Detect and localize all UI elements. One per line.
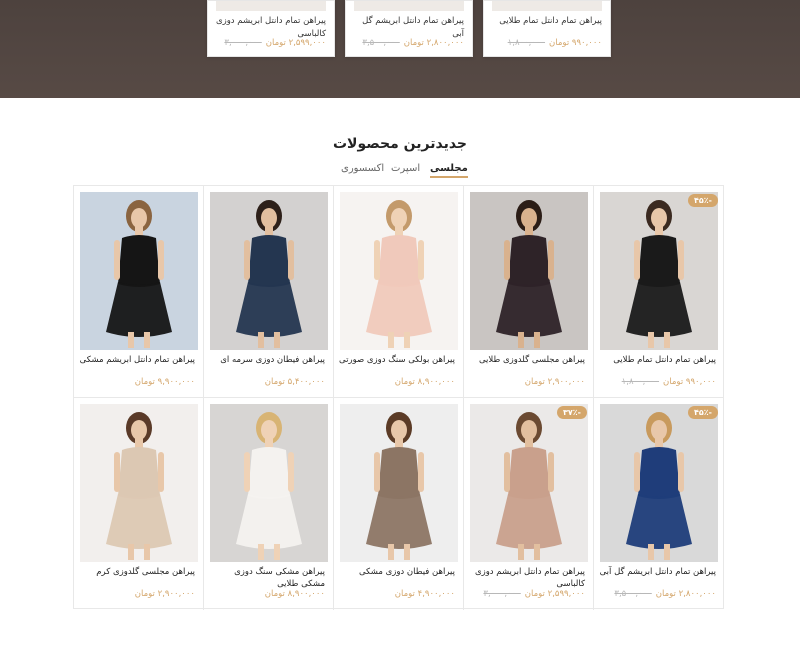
discount-badge: ۴۵٪- bbox=[688, 406, 718, 419]
hero-banner: پیراهن تمام دانتل ابریشم دوزی کالباسی ۲,… bbox=[0, 0, 800, 98]
product-title[interactable]: پیراهن تمام دانتل ابریشم مشکی bbox=[78, 354, 195, 366]
product-price-row: ۹۹۰,۰۰۰ تومان۱,۸۰۰,۰۰۰ bbox=[622, 377, 716, 387]
featured-product-card[interactable]: پیراهن تمام دانتل تمام طلایی ۹۹۰,۰۰۰ توم… bbox=[483, 0, 611, 57]
tab-accessories[interactable]: اکسسوری bbox=[341, 163, 384, 174]
product-title[interactable]: پیراهن مجلسی گلدوزی کرم bbox=[78, 566, 195, 578]
product-price-row: ۹۹۰,۰۰۰ تومان۱,۸۰۰,۰۰۰ bbox=[508, 38, 602, 48]
model-figure-icon bbox=[366, 200, 432, 348]
product-price-row: ۸,۹۰۰,۰۰۰ تومان bbox=[395, 377, 455, 387]
model-figure-icon bbox=[236, 200, 302, 348]
discount-badge: ۳۷٪- bbox=[557, 406, 587, 419]
product-title[interactable]: پیراهن تمام دانتل تمام طلایی bbox=[598, 354, 716, 366]
price: ۲,۸۰۰,۰۰۰ تومان bbox=[655, 589, 716, 599]
price: ۹۹۰,۰۰۰ تومان bbox=[549, 38, 602, 48]
product-image[interactable] bbox=[340, 404, 458, 562]
product-card[interactable]: پیراهن بولکی سنگ دوزی صورتی ۸,۹۰۰,۰۰۰ توم… bbox=[334, 186, 464, 398]
product-price-row: ۲,۸۰۰,۰۰۰ تومان۳,۵۰۰,۰۰۰ bbox=[362, 38, 464, 48]
product-price-row: ۲,۵۹۹,۰۰۰ تومان۳,۰۰۰,۰۰۰ bbox=[224, 38, 326, 48]
model-figure-icon bbox=[366, 412, 432, 560]
product-price-row: ۲,۵۹۹,۰۰۰ تومان۳,۰۰۰,۰۰۰ bbox=[483, 589, 585, 599]
model-figure-icon bbox=[626, 412, 692, 560]
price: ۸,۹۰۰,۰۰۰ تومان bbox=[394, 377, 455, 387]
price: ۵,۴۰۰,۰۰۰ تومان bbox=[264, 377, 325, 387]
product-image[interactable] bbox=[80, 192, 198, 350]
product-image[interactable] bbox=[210, 404, 328, 562]
product-price-row: ۲,۸۰۰,۰۰۰ تومان۳,۵۰۰,۰۰۰ bbox=[614, 589, 716, 599]
product-title[interactable]: پیراهن مشکی سنگ دوزی مشکی طلایی bbox=[208, 566, 325, 590]
price: ۲,۸۰۰,۰۰۰ تومان bbox=[403, 38, 464, 48]
product-image[interactable] bbox=[470, 192, 588, 350]
product-card[interactable]: ۴۵٪- پیراهن تمام دانتل ابریشم گل آبی ۲,۸۰۰… bbox=[594, 398, 724, 610]
product-title[interactable]: پیراهن بولکی سنگ دوزی صورتی bbox=[338, 354, 455, 366]
tab-formal[interactable]: مجلسی bbox=[430, 163, 468, 178]
product-title[interactable]: پیراهن فیطان دوزی مشکی bbox=[338, 566, 455, 578]
featured-product-card[interactable]: پیراهن تمام دانتل ابریشم گل آبی ۲,۸۰۰,۰۰… bbox=[345, 0, 473, 57]
product-card[interactable]: پیراهن فیطان دوزی سرمه ای ۵,۴۰۰,۰۰۰ تومان bbox=[204, 186, 334, 398]
price: ۲,۹۰۰,۰۰۰ تومان bbox=[524, 377, 585, 387]
product-image bbox=[354, 1, 464, 11]
product-card[interactable]: ۴۵٪- پیراهن تمام دانتل تمام طلایی ۹۹۰,۰۰۰ … bbox=[594, 186, 724, 398]
product-price-row: ۲,۹۰۰,۰۰۰ تومان bbox=[525, 377, 585, 387]
price: ۸,۹۰۰,۰۰۰ تومان bbox=[264, 589, 325, 599]
product-card[interactable]: پیراهن مشکی سنگ دوزی مشکی طلایی ۸,۹۰۰,۰۰۰… bbox=[204, 398, 334, 610]
product-image[interactable] bbox=[80, 404, 198, 562]
product-image[interactable] bbox=[340, 192, 458, 350]
product-image[interactable] bbox=[470, 404, 588, 562]
product-price-row: ۲,۹۰۰,۰۰۰ تومان bbox=[135, 589, 195, 599]
price: ۲,۵۹۹,۰۰۰ تومان bbox=[265, 38, 326, 48]
old-price: ۱,۸۰۰,۰۰۰ bbox=[507, 38, 546, 48]
product-title[interactable]: پیراهن فیطان دوزی سرمه ای bbox=[208, 354, 325, 366]
price: ۹۹۰,۰۰۰ تومان bbox=[663, 377, 716, 387]
model-figure-icon bbox=[496, 200, 562, 348]
product-price-row: ۹,۹۰۰,۰۰۰ تومان bbox=[135, 377, 195, 387]
product-card[interactable]: پیراهن فیطان دوزی مشکی ۴,۹۰۰,۰۰۰ تومان bbox=[334, 398, 464, 610]
model-figure-icon bbox=[106, 200, 172, 348]
old-price: ۳,۰۰۰,۰۰۰ bbox=[224, 38, 262, 48]
product-image[interactable] bbox=[600, 192, 718, 350]
old-price: ۱,۸۰۰,۰۰۰ bbox=[621, 377, 660, 387]
old-price: ۳,۵۰۰,۰۰۰ bbox=[362, 38, 400, 48]
model-figure-icon bbox=[626, 200, 692, 348]
product-card[interactable]: ۳۷٪- پیراهن تمام دانتل ابریشم دوزی کالباس… bbox=[464, 398, 594, 610]
price: ۲,۵۹۹,۰۰۰ تومان bbox=[524, 589, 585, 599]
product-card[interactable]: پیراهن مجلسی گلدوزی طلایی ۲,۹۰۰,۰۰۰ تومان bbox=[464, 186, 594, 398]
product-title[interactable]: پیراهن تمام دانتل ابریشم گل آبی bbox=[598, 566, 716, 578]
featured-product-card[interactable]: پیراهن تمام دانتل ابریشم دوزی کالباسی ۲,… bbox=[207, 0, 335, 57]
discount-badge: ۴۵٪- bbox=[688, 194, 718, 207]
product-image bbox=[216, 1, 326, 11]
product-title[interactable]: پیراهن تمام دانتل ابریشم دوزی کالباسی bbox=[468, 566, 585, 590]
tab-sport[interactable]: اسپرت bbox=[391, 163, 420, 174]
product-image[interactable] bbox=[210, 192, 328, 350]
product-price-row: ۵,۴۰۰,۰۰۰ تومان bbox=[265, 377, 325, 387]
section-title: جدیدترین محصولات bbox=[332, 136, 468, 152]
old-price: ۳,۰۰۰,۰۰۰ bbox=[483, 589, 521, 599]
product-price-row: ۴,۹۰۰,۰۰۰ تومان bbox=[395, 589, 455, 599]
price: ۲,۹۰۰,۰۰۰ تومان bbox=[134, 589, 195, 599]
product-image[interactable] bbox=[600, 404, 718, 562]
product-card[interactable]: پیراهن تمام دانتل ابریشم مشکی ۹,۹۰۰,۰۰۰ ت… bbox=[74, 186, 204, 398]
product-card[interactable]: پیراهن مجلسی گلدوزی کرم ۲,۹۰۰,۰۰۰ تومان bbox=[74, 398, 204, 610]
product-image bbox=[492, 1, 602, 11]
price: ۴,۹۰۰,۰۰۰ تومان bbox=[394, 589, 455, 599]
product-title[interactable]: پیراهن مجلسی گلدوزی طلایی bbox=[468, 354, 585, 366]
product-grid: ۴۵٪- پیراهن تمام دانتل تمام طلایی ۹۹۰,۰۰۰ … bbox=[73, 185, 724, 610]
category-tabs: مجلسی اسپرت اکسسوری bbox=[0, 163, 800, 181]
model-figure-icon bbox=[496, 412, 562, 560]
product-title: پیراهن تمام دانتل تمام طلایی bbox=[499, 16, 602, 26]
model-figure-icon bbox=[236, 412, 302, 560]
old-price: ۳,۵۰۰,۰۰۰ bbox=[614, 589, 652, 599]
price: ۹,۹۰۰,۰۰۰ تومان bbox=[134, 377, 195, 387]
model-figure-icon bbox=[106, 412, 172, 560]
product-price-row: ۸,۹۰۰,۰۰۰ تومان bbox=[265, 589, 325, 599]
